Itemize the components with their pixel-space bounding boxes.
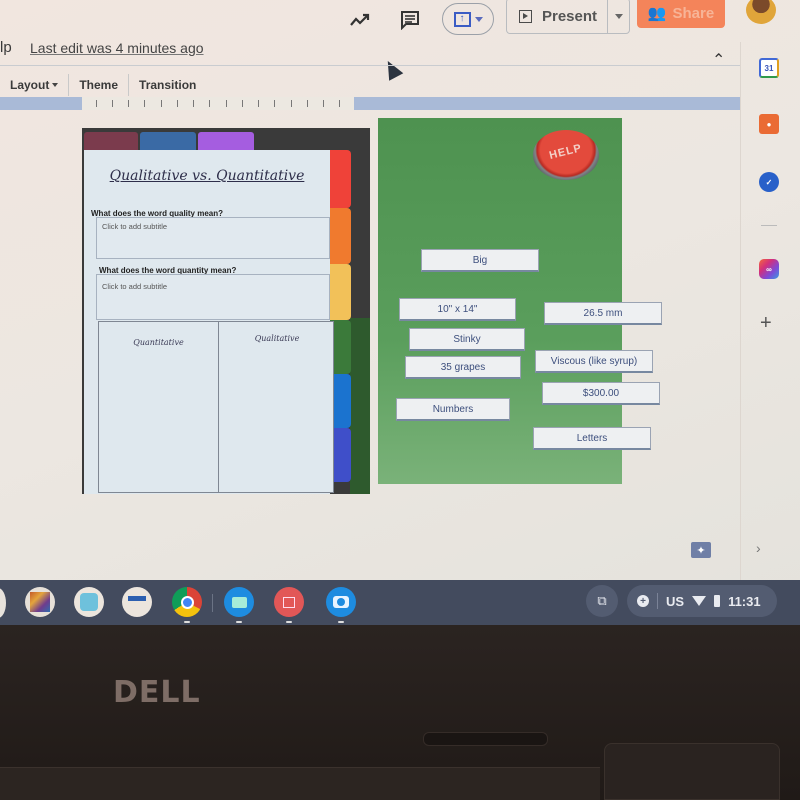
- card-letters[interactable]: Letters: [533, 427, 651, 450]
- creative-cloud-icon[interactable]: ∞: [759, 259, 779, 279]
- chromeos-shelf: ⧉ + US 11:31: [0, 580, 800, 625]
- help-label: HELP: [548, 142, 584, 162]
- avatar[interactable]: [746, 0, 776, 24]
- status-tray[interactable]: + US 11:31: [627, 585, 777, 617]
- answer-placeholder: Click to add subtitle: [102, 222, 168, 231]
- side-panel: 31 ● ✓ ∞ +: [740, 42, 800, 582]
- bezel-slot: [423, 732, 548, 746]
- explore-icon[interactable]: ✦: [691, 542, 711, 558]
- ruler[interactable]: [0, 97, 740, 110]
- divider-tab-yellow: [329, 264, 351, 320]
- present-options-dropdown[interactable]: [608, 13, 629, 19]
- theme-label: Theme: [79, 78, 119, 92]
- mouse-cursor: [380, 57, 404, 81]
- shelf-divider: [212, 594, 213, 612]
- comment-icon[interactable]: [398, 8, 422, 32]
- card-26-5-mm[interactable]: 26.5 mm: [544, 302, 662, 325]
- tasks-icon[interactable]: ✓: [759, 172, 779, 192]
- chrome-icon[interactable]: [172, 587, 202, 623]
- slide-title[interactable]: Qualitative vs. Quantitative: [84, 168, 330, 184]
- share-button[interactable]: 👥 Share: [637, 0, 725, 28]
- chevron-down-icon: [52, 83, 59, 87]
- share-label: Share: [672, 4, 715, 22]
- worksheet-slide[interactable]: Qualitative vs. Quantitative What does t…: [82, 128, 370, 494]
- answer-quantity-box[interactable]: Click to add subtitle: [96, 274, 330, 320]
- new-slide-button[interactable]: ↑: [442, 3, 494, 35]
- t-chart-column-quantitative[interactable]: Quantitative: [99, 322, 219, 492]
- screen: ↑ Present 👥 Share lp Last edit was 4 min…: [0, 0, 800, 625]
- camera-icon[interactable]: [326, 587, 356, 623]
- card-35-grapes[interactable]: 35 grapes: [405, 356, 521, 379]
- wifi-icon: [692, 596, 707, 606]
- toolbar: Layout Theme Transition: [0, 72, 206, 98]
- answer-quality-box[interactable]: Click to add subtitle: [96, 217, 330, 259]
- card-viscous[interactable]: Viscous (like syrup): [535, 350, 653, 373]
- holding-space-icon[interactable]: ⧉: [586, 585, 618, 617]
- activity-trend-icon[interactable]: [348, 8, 372, 32]
- card-10x14[interactable]: 10" x 14": [399, 298, 516, 321]
- present-icon: [519, 9, 532, 23]
- keyboard-locale: US: [666, 593, 685, 609]
- transition-label: Transition: [139, 78, 197, 92]
- side-panel-divider: [761, 225, 777, 226]
- teacher-app-icon[interactable]: [122, 587, 152, 617]
- clock-time: 11:31: [728, 593, 761, 609]
- gallery-icon[interactable]: [274, 587, 304, 623]
- keep-icon[interactable]: ●: [759, 114, 779, 134]
- present-label: Present: [542, 7, 598, 25]
- help-button[interactable]: HELP: [533, 130, 599, 180]
- battery-icon: [714, 595, 721, 607]
- t-chart-header: Quantitative: [133, 338, 184, 347]
- transition-button[interactable]: Transition: [129, 74, 206, 96]
- launcher-button[interactable]: [0, 588, 6, 618]
- card-stinky[interactable]: Stinky: [409, 328, 525, 351]
- chevron-down-icon: [614, 13, 623, 19]
- present-button-group: Present: [506, 0, 630, 34]
- files-icon[interactable]: [224, 587, 254, 623]
- divider-tab-red: [329, 150, 351, 208]
- menu-help-fragment[interactable]: lp: [0, 39, 12, 56]
- theme-button[interactable]: Theme: [69, 74, 128, 96]
- t-chart-header: Qualitative: [254, 334, 300, 343]
- new-slide-icon: ↑: [453, 11, 471, 27]
- t-chart-column-qualitative[interactable]: Qualitative: [219, 322, 335, 492]
- card-300-dollars[interactable]: $300.00: [542, 382, 660, 405]
- layout-button[interactable]: Layout: [0, 74, 68, 96]
- t-chart: Quantitative Qualitative: [98, 321, 334, 493]
- laptop-bezel: DELL: [0, 625, 800, 800]
- laptop-hinge: [604, 743, 780, 800]
- add-addon-icon[interactable]: +: [760, 312, 772, 335]
- collapse-menu-icon[interactable]: ⌃: [712, 50, 725, 70]
- card-numbers[interactable]: Numbers: [396, 398, 510, 421]
- calendar-icon[interactable]: 31: [759, 58, 779, 78]
- share-people-icon: 👥: [647, 5, 667, 22]
- laptop-base: [0, 767, 600, 800]
- slide-canvas[interactable]: Qualitative vs. Quantitative What does t…: [0, 110, 740, 580]
- cloud-app-icon[interactable]: [74, 587, 104, 617]
- slides-header: ↑ Present 👥 Share: [0, 0, 800, 38]
- layout-label: Layout: [10, 78, 50, 92]
- answer-placeholder: Click to add subtitle: [102, 282, 168, 291]
- card-big[interactable]: Big: [421, 249, 539, 272]
- ruler-scale: [82, 97, 354, 110]
- sorting-cards-slide[interactable]: HELP Big 10" x 14" 26.5 mm Stinky 35 gra…: [378, 118, 662, 484]
- header-divider: [0, 65, 740, 66]
- add-icon: +: [637, 595, 649, 607]
- chevron-down-icon: [474, 16, 483, 22]
- divider-tab-orange: [329, 208, 351, 264]
- last-edit-link[interactable]: Last edit was 4 minutes ago: [30, 40, 204, 56]
- worksheet-page: Qualitative vs. Quantitative What does t…: [84, 150, 334, 494]
- chevron-right-icon[interactable]: ›: [756, 540, 761, 556]
- tray-divider: [657, 593, 658, 609]
- dell-logo: DELL: [113, 675, 201, 710]
- present-button[interactable]: Present: [507, 0, 608, 33]
- green-edge: [350, 318, 370, 494]
- books-app-icon[interactable]: [25, 587, 55, 617]
